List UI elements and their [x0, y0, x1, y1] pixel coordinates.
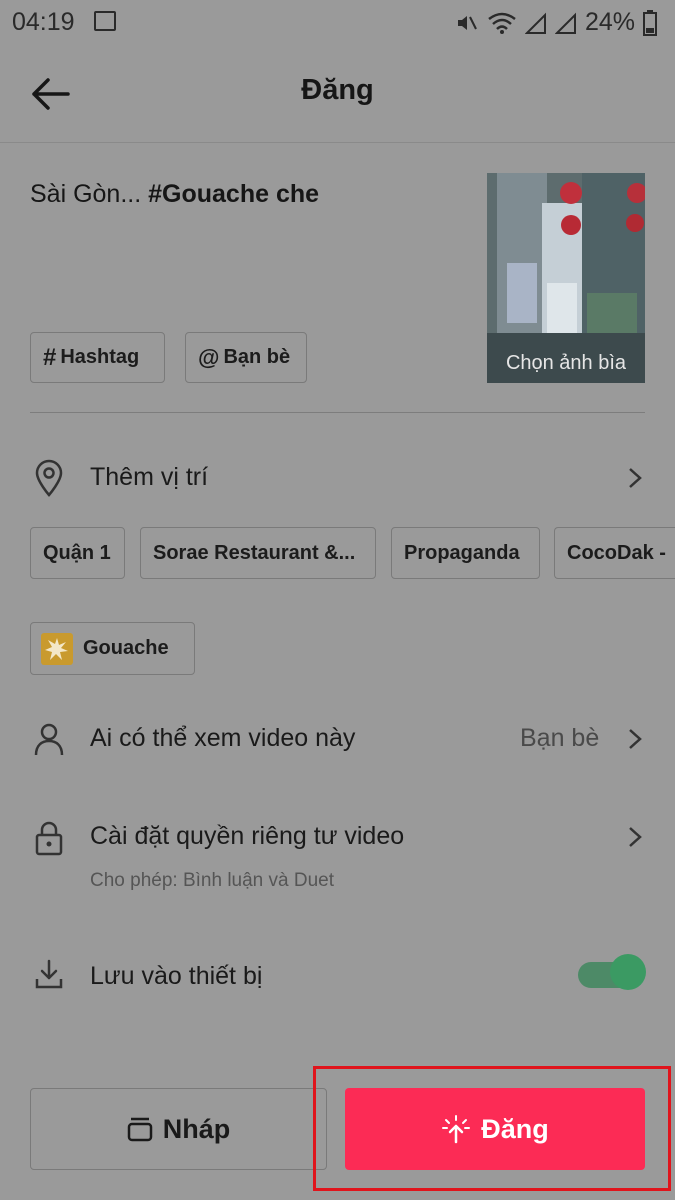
download-icon — [35, 959, 63, 989]
wifi-icon — [488, 12, 516, 34]
drafts-icon — [127, 1117, 152, 1142]
privacy-sublabel: Cho phép: Bình luận và Duet — [90, 870, 335, 891]
add-location-label: Thêm vị trí — [90, 463, 209, 491]
visibility-label: Ai có thể xem video này — [90, 724, 356, 752]
caption-text: Sài Gòn... — [30, 180, 149, 208]
at-icon: @ — [198, 344, 220, 370]
hash-icon: # — [43, 343, 57, 371]
save-to-device-row: Lưu vào thiết bị — [0, 940, 675, 1010]
choose-cover-label: Chọn ảnh bìa — [505, 352, 627, 374]
chevron-right-icon — [629, 729, 642, 749]
draft-button[interactable]: Nháp — [30, 1088, 327, 1170]
chevron-right-icon — [629, 468, 642, 488]
status-time: 04:19 — [12, 8, 75, 36]
cover-thumbnail[interactable]: Chọn ảnh bìa — [487, 173, 645, 383]
hashtag-button[interactable]: # Hashtag — [30, 332, 165, 383]
location-chip-label: Sorae Restaurant &... — [153, 541, 356, 564]
signal-icon — [524, 12, 546, 34]
gouache-effect-icon — [41, 632, 73, 665]
chevron-right-icon — [629, 827, 642, 847]
location-chip-label: Quận 1 — [43, 541, 111, 564]
location-pin-icon — [35, 459, 63, 497]
page-title: Đăng — [301, 74, 374, 106]
effect-chip-label: Gouache — [83, 637, 169, 659]
location-chip-label: CocoDak - — [567, 541, 666, 564]
mention-button-label: Bạn bè — [223, 346, 291, 368]
mute-icon — [457, 15, 477, 30]
hashtag-button-label: Hashtag — [60, 346, 140, 368]
add-location-row[interactable]: Thêm vị trí — [0, 445, 675, 511]
visibility-row[interactable]: Ai có thể xem video này Bạn bè — [0, 700, 675, 778]
location-chip[interactable]: Sorae Restaurant &... — [140, 527, 376, 579]
battery-icon — [643, 9, 657, 36]
status-bar: 04:19 24% — [0, 0, 675, 46]
location-chip[interactable]: Propaganda — [391, 527, 540, 579]
caption-hashtag: #Gouache che — [148, 180, 320, 208]
lock-icon — [35, 821, 63, 856]
location-chip[interactable]: Quận 1 — [30, 527, 125, 579]
battery-percent: 24% — [584, 8, 635, 36]
divider — [30, 412, 645, 413]
location-chip-label: Propaganda — [404, 541, 520, 564]
person-icon — [34, 723, 64, 756]
gallery-notification-icon — [94, 11, 116, 31]
visibility-value: Bạn bè — [520, 724, 600, 752]
mention-friends-button[interactable]: @ Bạn bè — [185, 332, 307, 383]
privacy-label: Cài đặt quyền riêng tư video — [90, 822, 405, 850]
save-toggle-knob[interactable] — [610, 954, 646, 990]
draft-button-label: Nháp — [162, 1113, 231, 1144]
save-to-device-label: Lưu vào thiết bị — [90, 962, 263, 990]
location-chip[interactable]: CocoDak - — [554, 527, 675, 579]
effect-chip[interactable]: Gouache — [30, 622, 195, 675]
status-indicators: 24% — [455, 8, 657, 37]
header: Đăng — [0, 46, 675, 143]
privacy-settings-row[interactable]: Cài đặt quyền riêng tư video Cho phép: B… — [0, 800, 675, 900]
signal-icon-2 — [554, 12, 576, 34]
caption-input[interactable]: Sài Gòn... #Gouache che — [30, 180, 319, 209]
highlight-box — [313, 1066, 671, 1191]
